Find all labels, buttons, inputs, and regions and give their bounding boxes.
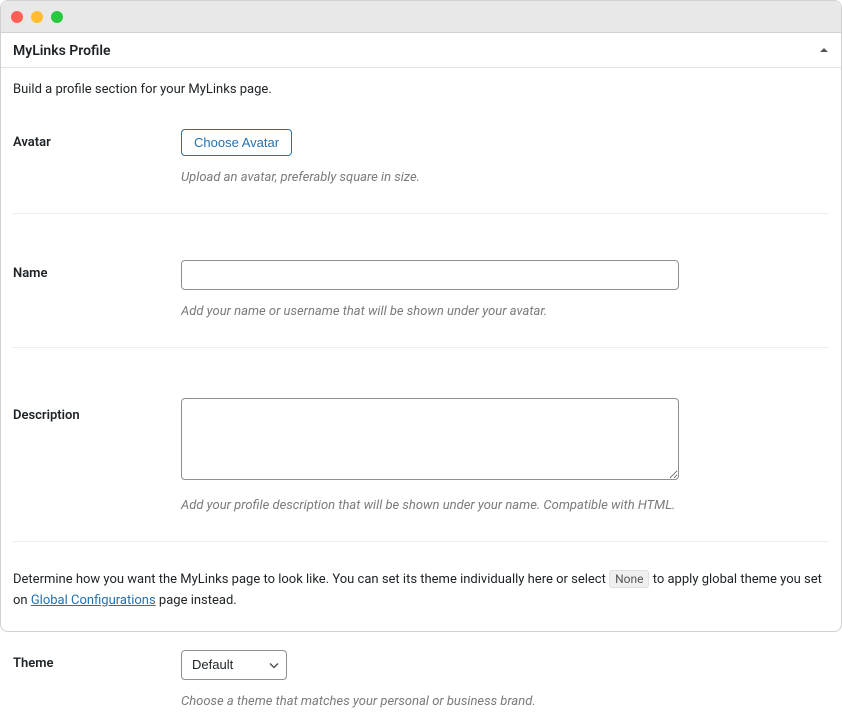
minimize-window-button[interactable]	[31, 11, 43, 23]
field-row-description: Description Add your profile description…	[13, 376, 829, 542]
theme-help: Choose a theme that matches your persona…	[181, 694, 829, 709]
field-row-avatar: Avatar Choose Avatar Upload an avatar, p…	[13, 121, 829, 214]
name-help: Add your name or username that will be s…	[181, 304, 829, 319]
panel-header[interactable]: MyLinks Profile	[1, 33, 841, 68]
close-window-button[interactable]	[11, 11, 23, 23]
window-titlebar	[1, 1, 841, 33]
maximize-window-button[interactable]	[51, 11, 63, 23]
name-content: Add your name or username that will be s…	[181, 260, 829, 319]
global-configurations-link[interactable]: Global Configurations	[31, 593, 156, 608]
name-input[interactable]	[181, 260, 679, 290]
name-label: Name	[13, 260, 181, 319]
theme-section-after: page instead.	[159, 593, 237, 608]
avatar-label: Avatar	[13, 129, 181, 185]
description-input[interactable]	[181, 398, 679, 480]
none-badge: None	[609, 570, 649, 588]
description-help: Add your profile description that will b…	[181, 498, 829, 513]
panel-title: MyLinks Profile	[13, 43, 111, 59]
collapse-toggle-icon[interactable]	[819, 45, 829, 58]
theme-section-text: Determine how you want the MyLinks page …	[13, 570, 829, 612]
description-content: Add your profile description that will b…	[181, 398, 829, 513]
choose-avatar-button[interactable]: Choose Avatar	[181, 129, 292, 156]
theme-section-before: Determine how you want the MyLinks page …	[13, 572, 609, 587]
theme-select[interactable]: Default	[181, 650, 287, 680]
theme-content: Default Choose a theme that matches your…	[181, 650, 829, 709]
description-label: Description	[13, 398, 181, 513]
panel-intro: Build a profile section for your MyLinks…	[13, 82, 829, 97]
field-row-theme: Theme Default Choose a theme that matche…	[13, 642, 829, 709]
avatar-content: Choose Avatar Upload an avatar, preferab…	[181, 129, 829, 185]
theme-select-wrap: Default	[181, 650, 287, 680]
panel-body: Build a profile section for your MyLinks…	[1, 68, 841, 721]
avatar-help: Upload an avatar, preferably square in s…	[181, 170, 829, 185]
theme-label: Theme	[13, 650, 181, 709]
field-row-name: Name Add your name or username that will…	[13, 242, 829, 348]
